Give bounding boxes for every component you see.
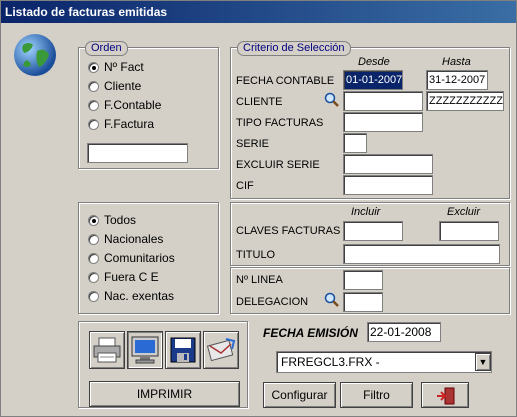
hasta-header: Hasta: [442, 56, 471, 68]
radio-dot: [88, 100, 99, 111]
main-window: Listado de facturas emitidas Orden Nº Fa…: [0, 0, 517, 417]
cif-field[interactable]: [343, 175, 433, 195]
excluir-serie-field[interactable]: [343, 154, 433, 174]
radio-dot: [88, 215, 99, 226]
cliente-desde-field[interactable]: [343, 91, 423, 111]
incluir-header: Incluir: [351, 206, 381, 218]
orden-option-nfact[interactable]: Nº Fact: [88, 59, 144, 75]
imprimir-button[interactable]: IMPRIMIR: [89, 381, 240, 407]
orden-option-ffactura[interactable]: F.Factura: [88, 116, 154, 132]
save-button[interactable]: [165, 331, 201, 369]
format-select[interactable]: FRREGCL3.FRX -: [276, 351, 492, 373]
radio-dot: [88, 253, 99, 264]
globe-icon: [14, 34, 56, 76]
radio-dot: [88, 234, 99, 245]
claves-excluir-field[interactable]: [439, 221, 499, 241]
serie-field[interactable]: [343, 133, 367, 153]
fecha-hasta-field[interactable]: 31-12-2007: [426, 70, 488, 90]
format-dropdown-button[interactable]: ▼: [475, 353, 491, 371]
filtro-button[interactable]: Filtro: [340, 382, 413, 408]
mail-button[interactable]: [203, 331, 239, 369]
tipo-facturas-field[interactable]: [343, 112, 423, 132]
tipo-option-fuera-ce[interactable]: Fuera C E: [88, 269, 159, 285]
fecha-emision-field[interactable]: 22-01-2008: [367, 322, 441, 342]
format-select-value: FRREGCL3.FRX -: [281, 355, 380, 369]
radio-dot: [88, 291, 99, 302]
radio-dot: [88, 272, 99, 283]
radio-dot: [88, 62, 99, 73]
cif-label: CIF: [236, 180, 254, 192]
cliente-label: CLIENTE: [236, 96, 283, 108]
serie-label: SERIE: [236, 138, 270, 150]
radio-dot: [88, 81, 99, 92]
printer-icon: [93, 337, 121, 363]
orden-input[interactable]: [87, 143, 188, 163]
orden-legend: Orden: [85, 41, 128, 56]
screen-button[interactable]: [127, 331, 163, 369]
orden-option-cliente[interactable]: Cliente: [88, 78, 141, 94]
fecha-desde-field[interactable]: 01-01-2007: [343, 70, 403, 90]
claves-facturas-label: CLAVES FACTURAS: [236, 225, 341, 237]
radio-dot: [88, 119, 99, 130]
delegacion-label: DELEGACION: [236, 296, 309, 308]
delegacion-field[interactable]: [343, 292, 383, 312]
desde-header: Desde: [358, 56, 390, 68]
search-cliente-icon[interactable]: [324, 92, 340, 108]
configurar-button[interactable]: Configurar: [263, 382, 336, 408]
tipo-option-nac-exentas[interactable]: Nac. exentas: [88, 288, 174, 304]
exit-door-icon: [437, 387, 455, 405]
print-button[interactable]: [89, 331, 125, 369]
titulo-field[interactable]: [343, 244, 500, 264]
excluir-header: Excluir: [447, 206, 481, 218]
tipo-option-nacionales[interactable]: Nacionales: [88, 231, 163, 247]
chevron-down-icon: ▼: [478, 357, 488, 367]
title-bar: Listado de facturas emitidas: [1, 1, 516, 23]
floppy-disk-icon: [170, 337, 196, 363]
cliente-hasta-field[interactable]: ZZZZZZZZZZZZ: [426, 91, 504, 111]
tipo-option-comunitarios[interactable]: Comunitarios: [88, 250, 175, 266]
excluir-serie-label: EXCLUIR SERIE: [236, 159, 320, 171]
tipo-facturas-label: TIPO FACTURAS: [236, 117, 324, 129]
criterio-legend: Criterio de Selección: [237, 41, 351, 56]
fecha-emision-label: FECHA EMISIÓN: [263, 326, 358, 340]
search-delegacion-icon[interactable]: [324, 292, 340, 308]
n-linea-field[interactable]: [343, 270, 383, 290]
orden-option-fcontable[interactable]: F.Contable: [88, 97, 161, 113]
tipo-option-todos[interactable]: Todos: [88, 212, 136, 228]
monitor-icon: [131, 336, 159, 364]
fecha-contable-label: FECHA CONTABLE: [236, 75, 335, 87]
mail-icon: [206, 338, 236, 362]
n-linea-label: Nº LINEA: [236, 274, 283, 286]
claves-incluir-field[interactable]: [343, 221, 403, 241]
exit-button[interactable]: [421, 382, 469, 408]
titulo-label: TITULO: [236, 249, 276, 261]
